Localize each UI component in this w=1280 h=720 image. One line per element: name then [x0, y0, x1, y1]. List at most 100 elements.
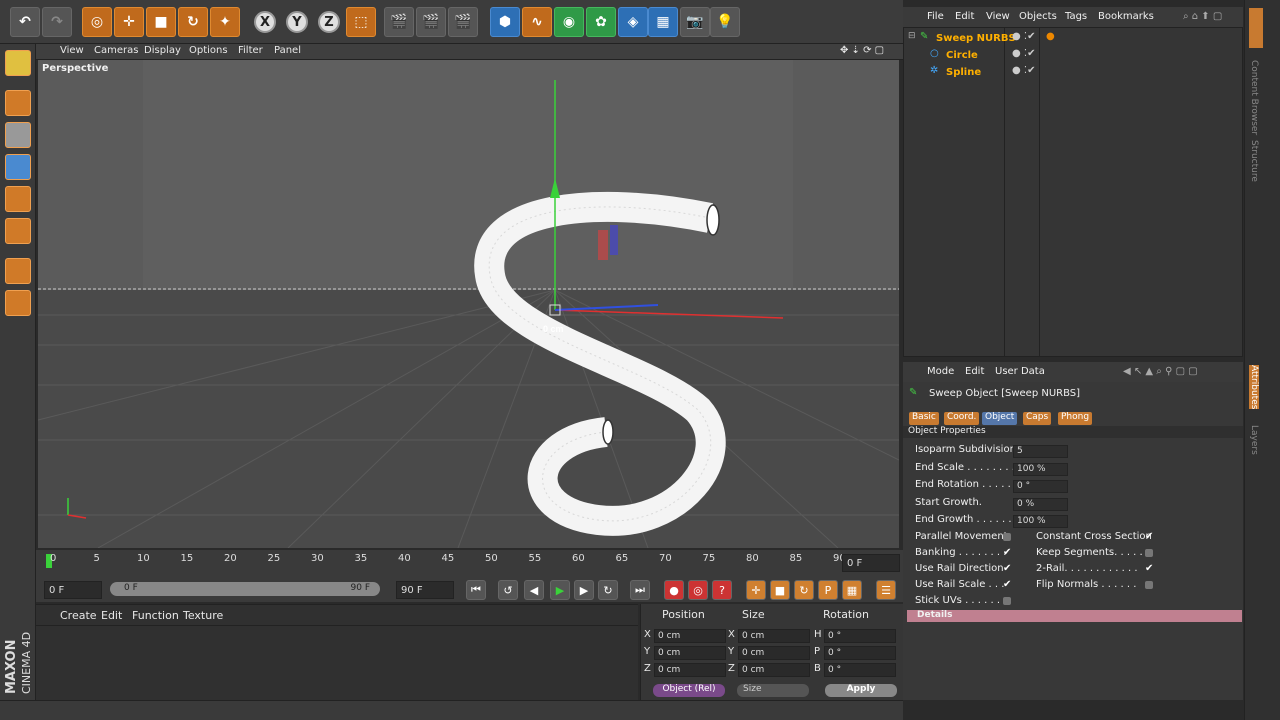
redo-icon[interactable]: ↷: [42, 7, 72, 37]
object-row-sweep[interactable]: ⊟ ✎ Sweep NURBS ● ⁚✔ ●: [904, 30, 1242, 47]
object-row-circle[interactable]: ○ Circle ● ⁚✔: [904, 47, 1242, 64]
current-frame-field[interactable]: 0 F: [842, 554, 900, 572]
navigation-icons[interactable]: ◀ ↖ ▲ ⌕ ⚲ ▢ ▢: [1123, 366, 1198, 377]
texture-mode-icon[interactable]: [5, 122, 31, 148]
auto-key-icon[interactable]: ◎: [688, 580, 708, 600]
visibility-dots-icon[interactable]: ● ⁚✔: [1012, 48, 1035, 59]
step-back-icon[interactable]: ↺: [498, 580, 518, 600]
make-editable-icon[interactable]: [5, 50, 31, 76]
attributes-tab[interactable]: Attributes: [1249, 365, 1259, 410]
key-rotation-icon[interactable]: ↻: [794, 580, 814, 600]
objects-tab[interactable]: [1249, 8, 1263, 48]
size-field[interactable]: 0 cm: [738, 629, 810, 643]
start-frame-field[interactable]: 0 F: [44, 581, 102, 599]
checkbox-unchecked-icon[interactable]: [1003, 533, 1011, 541]
viewport-nav-icons[interactable]: ✥ ⇣ ⟳ ▢: [840, 45, 884, 56]
apply-button[interactable]: Apply: [825, 684, 897, 697]
recent-tools-icon[interactable]: ✦: [210, 7, 240, 37]
spline-pen-icon[interactable]: ∿: [522, 7, 552, 37]
tab-object[interactable]: Object: [982, 412, 1018, 425]
rotate-icon[interactable]: ↻: [178, 7, 208, 37]
visibility-dots-icon[interactable]: ● ⁚✔: [1012, 65, 1035, 76]
checkmark-icon[interactable]: ✔: [1003, 579, 1013, 590]
scale-icon[interactable]: ■: [146, 7, 176, 37]
rotation-field[interactable]: 0 °: [824, 646, 896, 660]
x-axis-lock-icon[interactable]: X: [250, 7, 280, 37]
objects-menu[interactable]: Objects: [1019, 11, 1057, 22]
position-field[interactable]: 0 cm: [654, 646, 726, 660]
checkmark-icon[interactable]: ✔: [1003, 547, 1013, 558]
key-pla-icon[interactable]: ▦: [842, 580, 862, 600]
edit-menu[interactable]: Edit: [101, 609, 122, 622]
bookmarks-menu[interactable]: Bookmarks: [1098, 11, 1154, 22]
cameras-menu[interactable]: Cameras: [94, 45, 138, 56]
size-mode-dropdown[interactable]: Size: [737, 684, 809, 697]
rotation-field[interactable]: 0 °: [824, 663, 896, 677]
coordinate-mode-dropdown[interactable]: Object (Rel): [653, 684, 725, 697]
filter-menu[interactable]: Filter: [238, 45, 263, 56]
user-data-menu[interactable]: User Data: [995, 366, 1045, 377]
search-icon[interactable]: ⌕ ⌂ ⬆ ▢: [1183, 11, 1222, 22]
tab-coord[interactable]: Coord.: [944, 412, 980, 425]
frame-range-slider[interactable]: 0 F 90 F: [110, 582, 380, 596]
render-settings-icon[interactable]: 🎬: [448, 7, 478, 37]
model-mode-icon[interactable]: [5, 90, 31, 116]
display-menu[interactable]: Display: [144, 45, 181, 56]
timeline-scheme-icon[interactable]: ☰: [876, 580, 896, 600]
y-axis-lock-icon[interactable]: Y: [282, 7, 312, 37]
checkbox-unchecked-icon[interactable]: [1145, 549, 1153, 557]
tags-menu[interactable]: Tags: [1065, 11, 1087, 22]
points-mode-icon[interactable]: [5, 154, 31, 180]
position-field[interactable]: 0 cm: [654, 663, 726, 677]
nurbs-icon[interactable]: ◉: [554, 7, 584, 37]
go-to-end-icon[interactable]: ⏭: [630, 580, 650, 600]
property-field[interactable]: 0 °: [1013, 480, 1068, 493]
undo-icon[interactable]: ↶: [10, 7, 40, 37]
step-forward-icon[interactable]: ↻: [598, 580, 618, 600]
key-param-icon[interactable]: P: [818, 580, 838, 600]
axis-mode-icon[interactable]: [5, 258, 31, 284]
polygons-mode-icon[interactable]: [5, 218, 31, 244]
cube-icon[interactable]: ⬢: [490, 7, 520, 37]
property-field[interactable]: 100 %: [1013, 462, 1068, 476]
texture-menu[interactable]: Texture: [183, 609, 223, 622]
deformer-icon[interactable]: ◈: [618, 7, 648, 37]
tab-caps[interactable]: Caps: [1023, 412, 1052, 425]
property-field[interactable]: 0 %: [1013, 497, 1068, 511]
next-frame-icon[interactable]: ▶: [574, 580, 594, 600]
checkmark-icon[interactable]: ✔: [1145, 531, 1155, 542]
perspective-viewport[interactable]: 0 cm Perspective: [38, 60, 899, 548]
render-picture-viewer-icon[interactable]: 🎬: [416, 7, 446, 37]
layers-tab[interactable]: Layers: [1249, 425, 1259, 455]
move-icon[interactable]: ✛: [114, 7, 144, 37]
key-scale-icon[interactable]: ■: [770, 580, 790, 600]
checkbox-unchecked-icon[interactable]: [1003, 597, 1011, 605]
visibility-dots-icon[interactable]: ● ⁚✔: [1012, 31, 1035, 42]
end-frame-field[interactable]: 90 F: [396, 581, 454, 599]
details-section[interactable]: Details: [907, 610, 1242, 622]
camera-icon[interactable]: 📷: [680, 7, 710, 37]
play-icon[interactable]: ▶: [550, 580, 570, 600]
checkmark-icon[interactable]: ✔: [1145, 563, 1155, 574]
tag-icon[interactable]: ●: [1046, 31, 1055, 42]
go-to-start-icon[interactable]: ⏮: [466, 580, 486, 600]
collapse-icon[interactable]: ⊟: [908, 31, 916, 41]
view-menu-obj[interactable]: View: [986, 11, 1010, 22]
coordinate-system-icon[interactable]: ⬚: [346, 7, 376, 37]
array-icon[interactable]: ✿: [586, 7, 616, 37]
size-field[interactable]: 0 cm: [738, 663, 810, 677]
light-icon[interactable]: 💡: [710, 7, 740, 37]
rotation-field[interactable]: 0 °: [824, 629, 896, 643]
property-field[interactable]: 100 %: [1013, 515, 1068, 528]
snap-icon[interactable]: [5, 290, 31, 316]
mode-menu[interactable]: Mode: [927, 366, 954, 377]
content-browser-tab[interactable]: Content Browser: [1249, 60, 1259, 135]
size-field[interactable]: 0 cm: [738, 646, 810, 660]
z-axis-lock-icon[interactable]: Z: [314, 7, 344, 37]
previous-frame-icon[interactable]: ◀: [524, 580, 544, 600]
keyframe-selection-icon[interactable]: ?: [712, 580, 732, 600]
property-field[interactable]: 5: [1013, 445, 1068, 458]
edit-menu-obj[interactable]: Edit: [955, 11, 974, 22]
record-icon[interactable]: ●: [664, 580, 684, 600]
key-position-icon[interactable]: ✛: [746, 580, 766, 600]
